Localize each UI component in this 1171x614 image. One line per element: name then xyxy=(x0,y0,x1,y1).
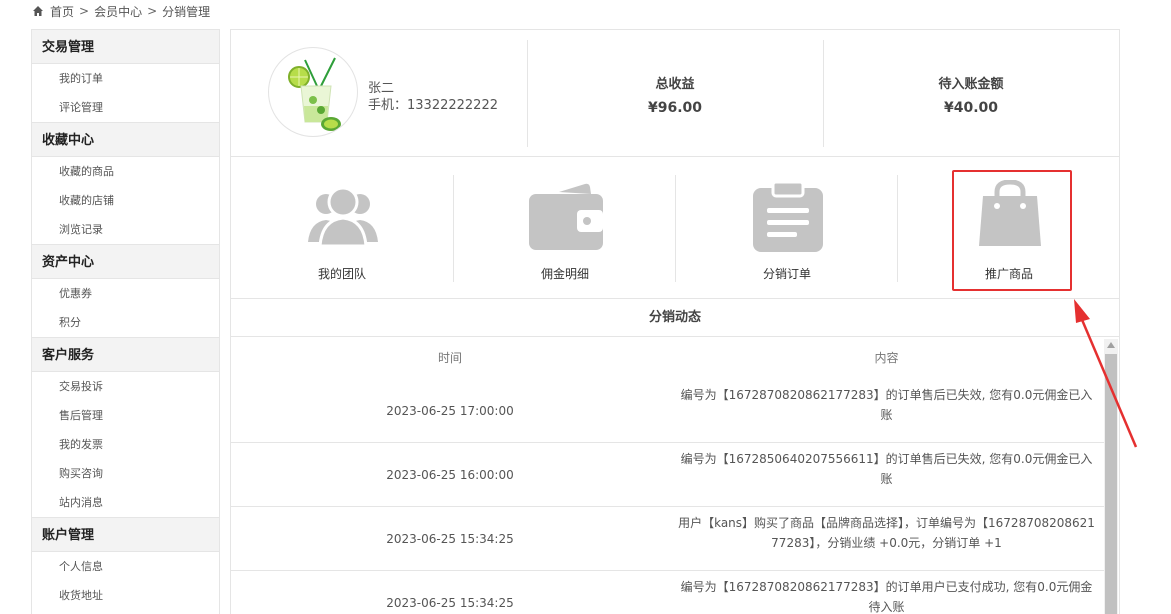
home-icon[interactable] xyxy=(32,5,44,17)
table-row: 2023-06-25 17:00:00 编号为【1672870820862177… xyxy=(231,379,1104,443)
stat-value: ¥96.00 xyxy=(647,100,703,116)
sidebar-item-profile[interactable]: 个人信息 xyxy=(32,552,219,581)
sidebar-item-fav-shops[interactable]: 收藏的店铺 xyxy=(32,186,219,215)
activity-title: 分销动态 xyxy=(231,299,1119,337)
activity-table-header: 时间 内容 xyxy=(231,337,1104,379)
row-content: 编号为【1672850640207556611】的订单售后已失效, 您有0.0元… xyxy=(680,452,1093,486)
sidebar-group-service: 客户服务 xyxy=(32,337,219,372)
breadcrumb-home[interactable]: 首页 xyxy=(50,3,74,20)
breadcrumb: 首页 > 会员中心 > 分销管理 xyxy=(32,3,210,19)
stat-title: 待入账金额 xyxy=(938,77,1004,92)
sidebar-item-reviews[interactable]: 评论管理 xyxy=(32,93,219,122)
stat-value: ¥40.00 xyxy=(943,100,999,116)
user-phone: 手机：13322222222 xyxy=(368,94,498,113)
quick-link-distribution-orders[interactable]: 分销订单 xyxy=(676,157,898,299)
quick-link-label: 佣金明细 xyxy=(540,267,589,281)
sidebar-item-aftersale[interactable]: 售后管理 xyxy=(32,401,219,430)
sidebar: 交易管理 我的订单 评论管理 收藏中心 收藏的商品 收藏的店铺 浏览记录 资产中… xyxy=(31,29,220,614)
sidebar-item-history[interactable]: 浏览记录 xyxy=(32,215,219,244)
stat-total-earnings: 总收益 ¥96.00 xyxy=(528,73,822,116)
sidebar-group-account: 账户管理 xyxy=(32,517,219,552)
sidebar-group-trade: 交易管理 xyxy=(32,29,219,64)
quick-link-commission[interactable]: 佣金明细 xyxy=(454,157,676,299)
stat-pending-amount: 待入账金额 ¥40.00 xyxy=(824,73,1118,116)
scroll-up-arrow-icon[interactable] xyxy=(1107,342,1115,348)
sidebar-item-inquiries[interactable]: 购买咨询 xyxy=(32,459,219,488)
table-row: 2023-06-25 16:00:00 编号为【1672850640207556… xyxy=(231,443,1104,507)
row-time: 2023-06-25 15:34:25 xyxy=(386,532,514,546)
sidebar-item-my-orders[interactable]: 我的订单 xyxy=(32,64,219,93)
lime-drink-image xyxy=(288,57,341,131)
row-time: 2023-06-25 15:34:25 xyxy=(386,596,514,610)
quick-link-my-team[interactable]: 我的团队 xyxy=(231,157,453,299)
table-row: 2023-06-25 15:34:25 用户【kans】购买了商品【品牌商品选择… xyxy=(231,507,1104,571)
wallet-icon xyxy=(529,183,603,250)
sidebar-item-messages[interactable]: 站内消息 xyxy=(32,488,219,517)
phone-value: 13322222222 xyxy=(407,98,498,113)
distribution-panel: 张二 手机：13322222222 总收益 ¥96.00 待入账金额 ¥40.0… xyxy=(230,29,1120,614)
sidebar-item-fav-goods[interactable]: 收藏的商品 xyxy=(32,157,219,186)
activity-table-body: 2023-06-25 17:00:00 编号为【1672870820862177… xyxy=(231,379,1104,614)
row-content: 用户【kans】购买了商品【品牌商品选择】，订单编号为【167287082086… xyxy=(678,516,1095,550)
breadcrumb-separator: > xyxy=(147,4,158,18)
quick-link-label: 我的团队 xyxy=(317,267,366,281)
sidebar-item-invoices[interactable]: 我的发票 xyxy=(32,430,219,459)
quick-link-label: 分销订单 xyxy=(762,267,811,281)
quick-links: 我的团队 佣金明细 分销订单 推广商品 xyxy=(231,157,1119,299)
column-header-content: 内容 xyxy=(874,351,899,365)
team-icon xyxy=(308,186,378,248)
row-time: 2023-06-25 17:00:00 xyxy=(386,404,514,418)
phone-label: 手机： xyxy=(368,98,408,113)
activity-scrollbar[interactable] xyxy=(1104,339,1118,614)
scrollbar-thumb[interactable] xyxy=(1105,354,1117,614)
sidebar-item-address[interactable]: 收货地址 xyxy=(32,581,219,610)
breadcrumb-separator: > xyxy=(79,4,90,18)
highlight-box xyxy=(952,170,1072,291)
row-time: 2023-06-25 16:00:00 xyxy=(386,468,514,482)
table-row: 2023-06-25 15:34:25 编号为【1672870820862177… xyxy=(231,571,1104,614)
stat-title: 总收益 xyxy=(655,77,695,92)
profile-summary: 张二 手机：13322222222 总收益 ¥96.00 待入账金额 ¥40.0… xyxy=(231,30,1119,157)
row-content: 编号为【1672870820862177283】的订单用户已支付成功, 您有0.… xyxy=(680,580,1093,614)
sidebar-item-complaints[interactable]: 交易投诉 xyxy=(32,372,219,401)
avatar[interactable] xyxy=(268,47,358,137)
breadcrumb-member-center[interactable]: 会员中心 xyxy=(94,3,142,20)
sidebar-group-favorites: 收藏中心 xyxy=(32,122,219,157)
sidebar-item-coupons[interactable]: 优惠券 xyxy=(32,279,219,308)
clipboard-icon xyxy=(753,180,823,252)
sidebar-group-assets: 资产中心 xyxy=(32,244,219,279)
row-content: 编号为【1672870820862177283】的订单售后已失效, 您有0.0元… xyxy=(680,388,1093,422)
sidebar-item-points[interactable]: 积分 xyxy=(32,308,219,337)
breadcrumb-current: 分销管理 xyxy=(162,4,211,19)
column-header-time: 时间 xyxy=(437,351,462,365)
